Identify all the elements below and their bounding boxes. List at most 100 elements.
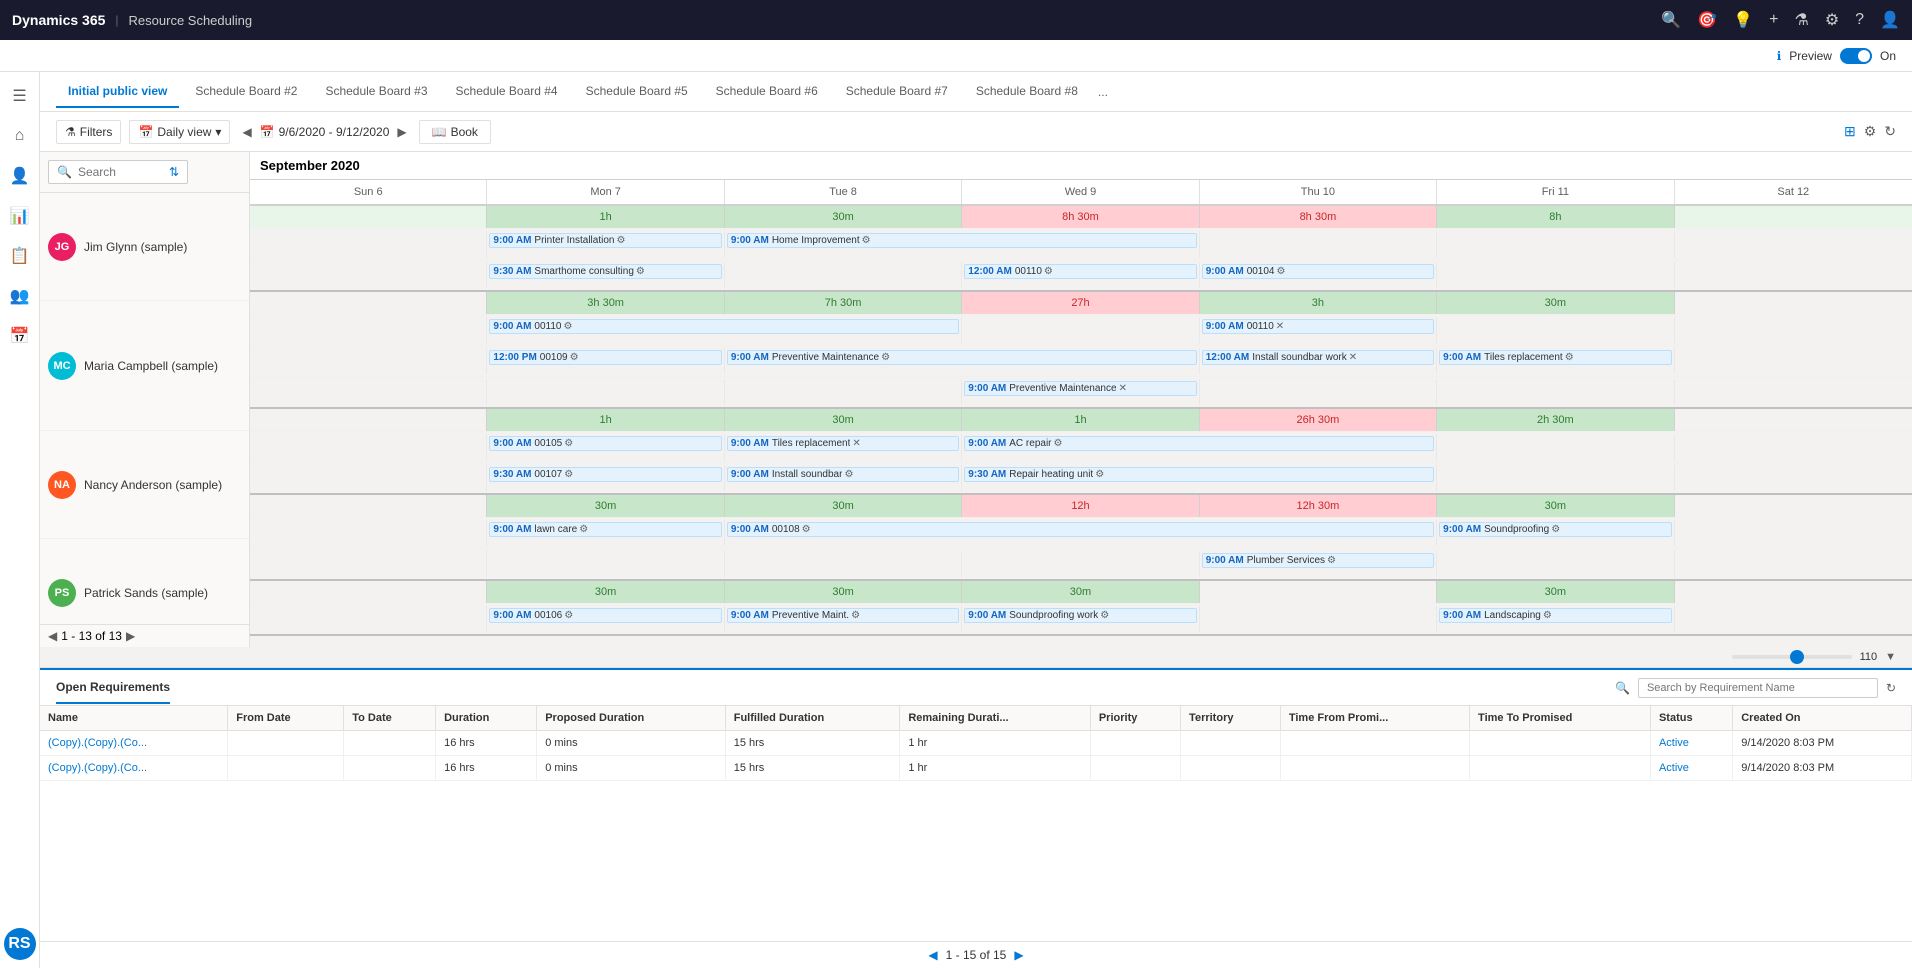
user-icon[interactable]: 👤 <box>1880 10 1900 30</box>
tab-schedule-board-8[interactable]: Schedule Board #8 <box>964 76 1090 108</box>
sidebar-menu-icon[interactable]: ☰ <box>4 80 36 112</box>
req-created-2: 9/14/2020 8:03 PM <box>1733 756 1912 781</box>
event-na-00105[interactable]: 9:00 AM00105⚙ <box>489 436 721 451</box>
req-name-2[interactable]: (Copy).(Copy).(Co... <box>48 762 147 774</box>
requirement-search-box[interactable] <box>1638 678 1878 698</box>
tab-schedule-board-4[interactable]: Schedule Board #4 <box>444 76 570 108</box>
req-prop-1: 0 mins <box>537 731 726 756</box>
event-mc-prev-maint[interactable]: 9:00 AMPreventive Maintenance⚙ <box>727 350 1197 365</box>
req-from-2 <box>228 756 344 781</box>
event-jim-smarthome[interactable]: 9:30 AMSmarthome consulting⚙ <box>489 264 721 279</box>
event-mc-tiles[interactable]: 9:00 AMTiles replacement⚙ <box>1439 350 1671 365</box>
event-mc-00110-x[interactable]: 9:00 AM00110✕ <box>1202 319 1434 334</box>
hours-row-mc: 3h 30m 7h 30m 27h 3h 30m <box>250 292 1912 314</box>
daily-view-button[interactable]: 📅 Daily view ▾ <box>129 120 230 144</box>
tab-schedule-board-6[interactable]: Schedule Board #6 <box>704 76 830 108</box>
event-na-soundbar[interactable]: 9:00 AMInstall soundbar⚙ <box>727 467 959 482</box>
next-date-button[interactable]: ▶ <box>393 121 410 143</box>
tabs-more[interactable]: ... <box>1094 77 1112 107</box>
resource-section-ps: 30m 30m 12h 12h 30m 30m 9:00 AMlawn care… <box>250 495 1912 581</box>
search-icon-req: 🔍 <box>1615 681 1630 695</box>
event-na-ac[interactable]: 9:00 AMAC repair⚙ <box>964 436 1434 451</box>
day-col-wed: Wed 9 <box>962 180 1199 204</box>
event-ps-plumber[interactable]: 9:00 AMPlumber Services⚙ <box>1202 553 1434 568</box>
day-col-sun: Sun 6 <box>250 180 487 204</box>
event-na-repair-heat[interactable]: 9:30 AMRepair heating unit⚙ <box>964 467 1434 482</box>
sidebar-chart-icon[interactable]: 📊 <box>4 200 36 232</box>
lightbulb-icon[interactable]: 💡 <box>1733 10 1753 30</box>
grid-view-icon[interactable]: ⊞ <box>1844 123 1856 140</box>
req-ter-2 <box>1181 756 1281 781</box>
filter-icon[interactable]: ⚗ <box>1794 10 1808 30</box>
event-mc-soundbar[interactable]: 12:00 AMInstall soundbar work✕ <box>1202 350 1434 365</box>
event-jim-printer[interactable]: 9:00 AMPrinter Installation⚙ <box>489 233 721 248</box>
day-col-sat: Sat 12 <box>1675 180 1912 204</box>
zoom-slider[interactable] <box>1732 655 1852 659</box>
event-ps-lawn[interactable]: 9:00 AMlawn care⚙ <box>489 522 721 537</box>
event-pc-prev-maint[interactable]: 9:00 AMPreventive Maint.⚙ <box>727 608 959 623</box>
tab-initial-public-view[interactable]: Initial public view <box>56 76 179 108</box>
resource-sidebar: 🔍 ⇅ JG Jim Glynn (sample) MC <box>40 152 250 647</box>
req-to-1 <box>344 731 436 756</box>
req-pri-2 <box>1090 756 1180 781</box>
help-icon[interactable]: ? <box>1855 11 1864 29</box>
info-icon: ℹ <box>1777 49 1782 63</box>
open-requirements-tab[interactable]: Open Requirements <box>56 672 170 704</box>
jim-events-row-2: 9:30 AMSmarthome consulting⚙ 12:00 AM001… <box>250 259 1912 290</box>
req-status-2[interactable]: Active <box>1659 762 1689 774</box>
next-req-page[interactable]: ▶ <box>1014 948 1023 962</box>
settings-icon[interactable]: ⚙ <box>1825 10 1839 30</box>
tab-schedule-board-5[interactable]: Schedule Board #5 <box>574 76 700 108</box>
jim-tue-hours: 30m <box>725 206 962 228</box>
book-button[interactable]: 📖 Book <box>419 120 491 144</box>
target-icon[interactable]: 🎯 <box>1697 10 1717 30</box>
table-row: (Copy).(Copy).(Co... 16 hrs 0 mins 15 hr… <box>40 756 1912 781</box>
event-na-tiles[interactable]: 9:00 AMTiles replacement✕ <box>727 436 959 451</box>
filter-icon: ⚗ <box>65 125 76 139</box>
col-time-from: Time From Promi... <box>1280 706 1469 731</box>
preview-toggle[interactable] <box>1840 48 1872 64</box>
event-ps-00108[interactable]: 9:00 AM00108⚙ <box>727 522 1434 537</box>
requirement-search-input[interactable] <box>1647 682 1869 694</box>
event-na-00107[interactable]: 9:30 AM00107⚙ <box>489 467 721 482</box>
sidebar-schedule-icon[interactable]: 📅 <box>4 320 36 352</box>
prev-req-page[interactable]: ◀ <box>928 948 937 962</box>
app-module: Resource Scheduling <box>129 13 253 28</box>
event-jim-00110[interactable]: 12:00 AM00110⚙ <box>964 264 1196 279</box>
req-name-1[interactable]: (Copy).(Copy).(Co... <box>48 737 147 749</box>
prev-date-button[interactable]: ◀ <box>238 121 255 143</box>
tab-schedule-board-2[interactable]: Schedule Board #2 <box>183 76 309 108</box>
refresh-req-icon[interactable]: ↻ <box>1886 681 1896 695</box>
col-duration: Duration <box>436 706 537 731</box>
sidebar-resources-icon[interactable]: 👥 <box>4 280 36 312</box>
resource-search-box[interactable]: 🔍 ⇅ <box>48 160 188 184</box>
settings-gear-icon[interactable]: ⚙ <box>1864 123 1877 140</box>
event-mc-prev-maint-2[interactable]: 9:00 AMPreventive Maintenance✕ <box>964 381 1196 396</box>
book-icon: 📖 <box>432 125 447 139</box>
filters-button[interactable]: ⚗ Filters <box>56 120 121 144</box>
col-proposed: Proposed Duration <box>537 706 726 731</box>
col-from-date: From Date <box>228 706 344 731</box>
next-resource-page[interactable]: ▶ <box>126 629 135 643</box>
req-status-1[interactable]: Active <box>1659 737 1689 749</box>
event-jim-home-imp[interactable]: 9:00 AMHome Improvement⚙ <box>727 233 1197 248</box>
event-pc-00106[interactable]: 9:00 AM00106⚙ <box>489 608 721 623</box>
sidebar-home-icon[interactable]: ⌂ <box>4 120 36 152</box>
prev-resource-page[interactable]: ◀ <box>48 629 57 643</box>
tab-schedule-board-3[interactable]: Schedule Board #3 <box>313 76 439 108</box>
plus-icon[interactable]: + <box>1769 11 1778 29</box>
event-mc-00110-a[interactable]: 9:00 AM00110⚙ <box>489 319 959 334</box>
sidebar-requirements-icon[interactable]: 📋 <box>4 240 36 272</box>
collapse-icon[interactable]: ▼ <box>1885 651 1896 663</box>
sidebar-people-icon[interactable]: 👤 <box>4 160 36 192</box>
tab-schedule-board-7[interactable]: Schedule Board #7 <box>834 76 960 108</box>
search-input[interactable] <box>78 165 163 179</box>
sort-icon[interactable]: ⇅ <box>169 165 179 179</box>
event-pc-landscape[interactable]: 9:00 AMLandscaping⚙ <box>1439 608 1671 623</box>
refresh-icon[interactable]: ↻ <box>1884 123 1896 140</box>
event-mc-00109[interactable]: 12:00 PM00109⚙ <box>489 350 721 365</box>
event-jim-00104[interactable]: 9:00 AM00104⚙ <box>1202 264 1434 279</box>
event-ps-soundproof[interactable]: 9:00 AMSoundproofing⚙ <box>1439 522 1671 537</box>
event-pc-soundproof[interactable]: 9:00 AMSoundproofing work⚙ <box>964 608 1196 623</box>
search-icon[interactable]: 🔍 <box>1661 10 1681 30</box>
